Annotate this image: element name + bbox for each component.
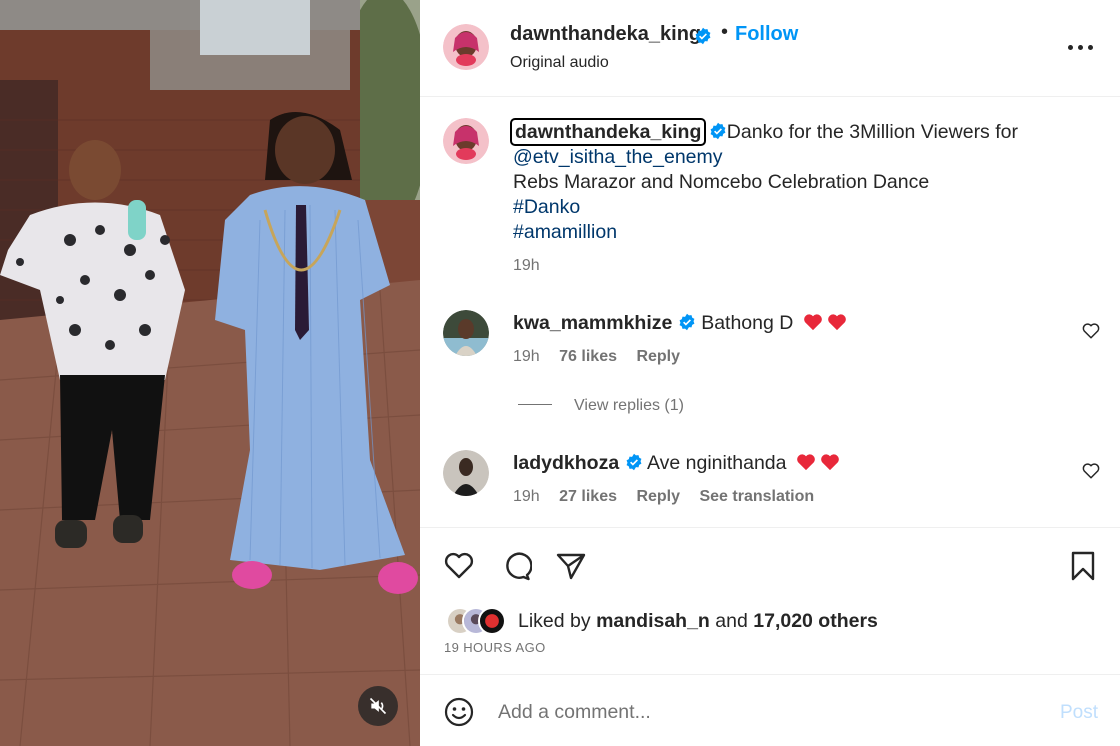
commenter-username-link[interactable]: kwa_mammkhize	[513, 312, 672, 334]
comment-timestamp[interactable]: 19h	[513, 348, 540, 365]
caption-mention-link[interactable]: @etv_isitha_the_enemy	[513, 145, 1103, 170]
caption-timestamp[interactable]: 19h	[513, 257, 540, 275]
comment-text: Ave nginithanda	[646, 452, 787, 474]
post-caption: dawnthandeka_king Danko for the 3Million…	[509, 118, 1103, 245]
verified-badge-icon	[695, 27, 711, 45]
replies-divider	[518, 404, 552, 405]
video-frame	[0, 0, 420, 746]
likes-others-link[interactable]: 17,020 others	[753, 610, 878, 632]
verified-badge-icon	[679, 313, 695, 331]
comment-text: Bathong D	[701, 312, 794, 334]
share-send-icon[interactable]	[555, 550, 587, 582]
post-comment-button[interactable]: Post	[1060, 702, 1098, 724]
author-avatar[interactable]	[443, 24, 489, 70]
post-actions: Liked by mandisah_n and 17,020 others 19…	[420, 527, 1120, 674]
caption-username-link[interactable]: dawnthandeka_king	[509, 118, 707, 146]
verified-badge-icon	[626, 453, 642, 471]
likes-middle: and	[715, 610, 748, 632]
red-heart-emoji-icon	[797, 454, 815, 471]
comment-meta: 19h 76 likes Reply	[513, 348, 695, 366]
emoji-picker-icon[interactable]	[443, 696, 475, 728]
reply-button[interactable]: Reply	[636, 488, 680, 505]
save-bookmark-icon[interactable]	[1067, 550, 1099, 582]
caption-author-avatar[interactable]	[443, 118, 489, 164]
reply-button[interactable]: Reply	[636, 348, 680, 365]
hashtag-link[interactable]: #Danko	[513, 195, 1103, 220]
post-timestamp[interactable]: 19 HOURS AGO	[444, 640, 546, 655]
mute-toggle-button[interactable]	[358, 686, 398, 726]
post-video[interactable]	[0, 0, 420, 746]
speaker-muted-icon	[369, 697, 387, 715]
view-replies-label: View replies (1)	[574, 397, 684, 414]
follow-button[interactable]: Follow	[735, 23, 798, 46]
comment-item: ladydkhoza Ave nginithanda	[513, 452, 840, 475]
comment-likes-count[interactable]: 76 likes	[559, 348, 617, 365]
commenter-avatar[interactable]	[443, 310, 489, 356]
header-separator: •	[721, 21, 729, 43]
red-heart-emoji-icon	[803, 314, 822, 331]
commenter-avatar[interactable]	[443, 450, 489, 496]
audio-label-link[interactable]: Original audio	[510, 54, 609, 72]
comment-bubble-icon[interactable]	[500, 550, 532, 582]
comment-meta: 19h 27 likes Reply See translation	[513, 488, 829, 506]
post-details-panel: dawnthandeka_king • Follow Original audi…	[420, 0, 1120, 746]
like-heart-icon[interactable]	[443, 550, 475, 582]
author-username-link[interactable]: dawnthandeka_king	[510, 23, 701, 46]
red-heart-emoji-icon	[827, 314, 846, 331]
caption-text: Danko for the 3Million Viewers for	[726, 121, 1018, 143]
likes-prefix: Liked by	[518, 610, 591, 632]
comment-like-heart-icon[interactable]	[1082, 322, 1100, 340]
liker-username-link[interactable]: mandisah_n	[596, 610, 710, 632]
post-header: dawnthandeka_king • Follow Original audi…	[420, 0, 1120, 97]
comment-likes-count[interactable]: 27 likes	[559, 488, 617, 505]
likes-summary: Liked by mandisah_n and 17,020 others	[518, 610, 878, 633]
caption-text-line2: Rebs Marazor and Nomcebo Celebration Dan…	[513, 171, 930, 193]
red-heart-emoji-icon	[821, 454, 839, 471]
add-comment-bar: Post	[420, 674, 1120, 746]
comment-item: kwa_mammkhize Bathong D	[513, 312, 847, 335]
comment-like-heart-icon[interactable]	[1082, 462, 1100, 480]
see-translation-button[interactable]: See translation	[699, 488, 814, 505]
more-options-icon[interactable]	[1068, 38, 1094, 58]
view-replies-button[interactable]: View replies (1)	[518, 397, 684, 415]
comment-timestamp[interactable]: 19h	[513, 488, 540, 505]
liker-avatar	[478, 607, 506, 635]
hashtag-link[interactable]: #amamillion	[513, 220, 1103, 245]
commenter-username-link[interactable]: ladydkhoza	[513, 452, 619, 474]
comment-input[interactable]	[498, 695, 1038, 729]
verified-badge-icon	[710, 122, 726, 140]
